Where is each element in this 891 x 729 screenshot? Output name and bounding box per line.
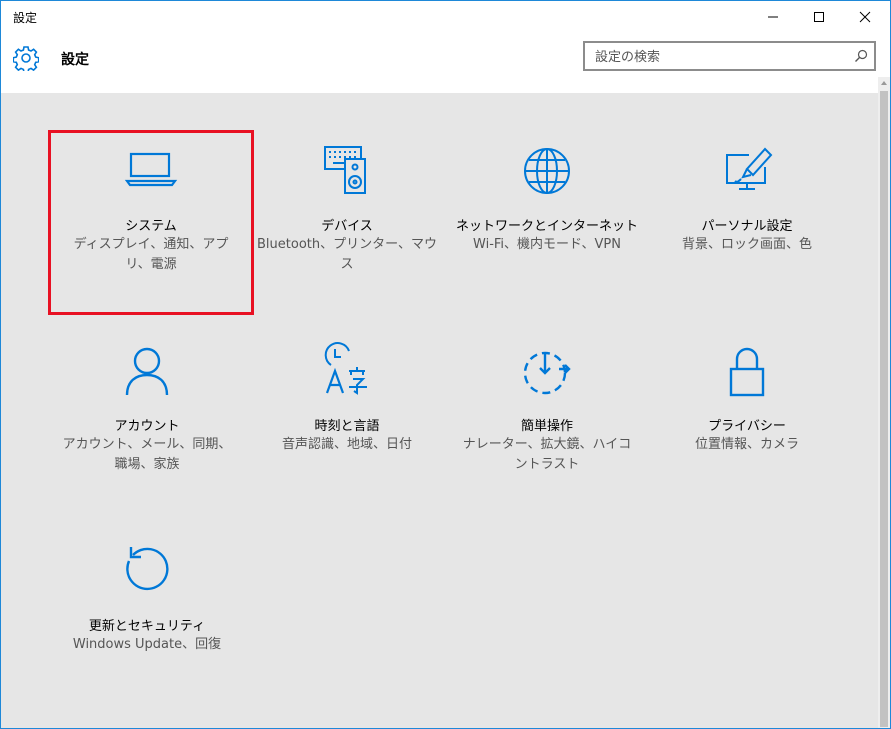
scroll-thumb[interactable] bbox=[880, 91, 888, 727]
update-icon bbox=[126, 547, 169, 591]
tile-update-security[interactable]: 更新とセキュリティ Windows Update、回復 bbox=[47, 541, 247, 721]
tile-name: デバイス bbox=[321, 219, 373, 234]
tile-time-language[interactable]: 時刻と言語 音声認識、地域、日付 bbox=[247, 341, 447, 521]
time-language-icon bbox=[324, 342, 367, 395]
scroll-up-arrow-icon[interactable] bbox=[880, 79, 888, 87]
globe-icon bbox=[524, 148, 570, 194]
title-bar[interactable]: 設定 bbox=[1, 1, 890, 33]
search-box[interactable] bbox=[583, 41, 876, 71]
tile-name: 更新とセキュリティ bbox=[88, 619, 206, 634]
tile-description: 背景、ロック画面、色 bbox=[681, 237, 812, 252]
close-icon bbox=[859, 11, 871, 23]
tile-description: Windows Update、回復 bbox=[72, 637, 222, 652]
tile-description: 位置情報、カメラ bbox=[694, 437, 799, 452]
close-button[interactable] bbox=[843, 1, 889, 33]
minimize-button[interactable] bbox=[751, 1, 797, 33]
page-title: 設定 bbox=[61, 52, 89, 68]
tile-network[interactable]: ネットワークとインターネット Wi-Fi、機内モード、VPN bbox=[447, 141, 647, 321]
personalization-icon bbox=[726, 147, 773, 190]
tile-name: 時刻と言語 bbox=[314, 419, 380, 434]
minimize-icon bbox=[768, 16, 778, 18]
tile-description: ナレーター、拡大鏡、ハイコントラスト bbox=[462, 437, 632, 472]
settings-header: 設定 bbox=[1, 33, 890, 93]
tile-name: 簡単操作 bbox=[520, 419, 573, 434]
tile-name: ネットワークとインターネット bbox=[455, 219, 638, 234]
selection-highlight bbox=[48, 130, 254, 315]
tile-privacy[interactable]: プライバシー 位置情報、カメラ bbox=[647, 341, 847, 521]
tile-name: アカウント bbox=[114, 419, 180, 434]
lock-icon bbox=[729, 347, 765, 397]
settings-window: 設定 設定 設定の検索 システム ディスプレイ、通知、アプリ、電源 デバイス B… bbox=[0, 0, 891, 729]
devices-icon bbox=[324, 146, 366, 194]
search-input[interactable] bbox=[593, 47, 847, 67]
maximize-button[interactable] bbox=[797, 1, 843, 33]
tile-accounts[interactable]: アカウント アカウント、メール、同期、職場、家族 bbox=[47, 341, 247, 521]
gear-icon bbox=[13, 46, 39, 71]
tile-name: プライバシー bbox=[708, 419, 786, 434]
search-icon[interactable] bbox=[854, 49, 868, 63]
tile-devices[interactable]: デバイス Bluetooth、プリンター、マウス bbox=[247, 141, 447, 321]
person-icon bbox=[125, 347, 169, 396]
tile-description: 音声認識、地域、日付 bbox=[281, 437, 412, 452]
tile-name: パーソナル設定 bbox=[701, 219, 793, 234]
maximize-icon bbox=[814, 12, 824, 22]
window-title: 設定 bbox=[13, 11, 38, 25]
tile-ease-of-access[interactable]: 簡単操作 ナレーター、拡大鏡、ハイコントラスト bbox=[447, 341, 647, 521]
tile-personalization[interactable]: パーソナル設定 背景、ロック画面、色 bbox=[647, 141, 847, 321]
tile-description: Wi-Fi、機内モード、VPN bbox=[473, 237, 621, 252]
ease-of-access-icon bbox=[523, 351, 571, 395]
tile-description: アカウント、メール、同期、職場、家族 bbox=[62, 437, 232, 472]
scrollbar[interactable] bbox=[878, 77, 890, 728]
tile-description: Bluetooth、プリンター、マウス bbox=[257, 237, 437, 272]
